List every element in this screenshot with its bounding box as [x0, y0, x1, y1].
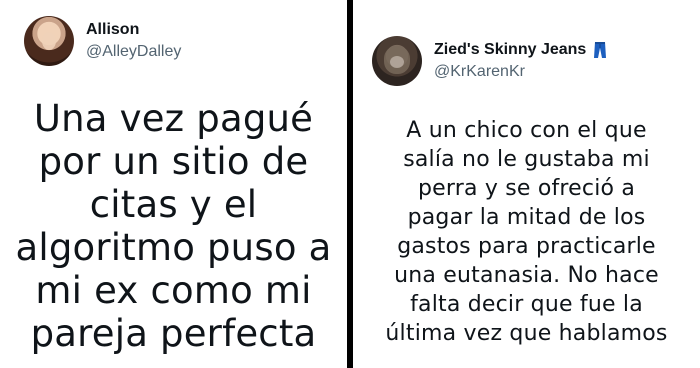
- display-name[interactable]: Allison: [86, 21, 139, 39]
- user-meta: Zied's Skinny Jeans @KrKarenKr: [434, 41, 608, 82]
- tweet-line: perra y se ofreció a: [417, 176, 636, 201]
- tweet-line: pareja perfecta: [30, 312, 317, 355]
- user-meta: Allison @AlleyDalley: [86, 21, 181, 62]
- tweet-line: mi ex como mi: [35, 269, 312, 312]
- display-name[interactable]: Zied's Skinny Jeans: [434, 41, 586, 59]
- name-row: Allison: [86, 21, 181, 39]
- tweet-header: Allison @AlleyDalley: [24, 16, 181, 66]
- avatar[interactable]: [24, 16, 74, 66]
- handle[interactable]: @AlleyDalley: [86, 43, 181, 61]
- avatar[interactable]: [372, 36, 422, 86]
- tweet-line: salía no le gustaba mi: [403, 147, 650, 172]
- tweet-line: A un chico con el que: [406, 118, 647, 143]
- tweet-panel-right: Zied's Skinny Jeans @KrKarenKr A un chic…: [353, 0, 700, 368]
- name-row: Zied's Skinny Jeans: [434, 41, 608, 59]
- tweet-panel-left: Allison @AlleyDalley Una vez pagué por u…: [0, 0, 347, 368]
- tweet-text: Una vez pagué por un sitio de citas y el…: [0, 97, 347, 355]
- tweet-text: A un chico con el que salía no le gustab…: [353, 116, 700, 348]
- tweet-line: citas y el: [89, 183, 258, 226]
- tweet-line: pagar la mitad de los: [407, 205, 646, 230]
- tweet-line: una eutanasia. No hace: [394, 263, 659, 288]
- tweet-header: Zied's Skinny Jeans @KrKarenKr: [372, 36, 608, 86]
- tweet-line: por un sitio de: [38, 140, 309, 183]
- handle[interactable]: @KrKarenKr: [434, 63, 608, 81]
- tweet-line: algoritmo puso a: [15, 226, 332, 269]
- tweet-line: última vez que hablamos: [385, 321, 668, 346]
- tweet-line: Una vez pagué: [33, 97, 314, 140]
- tweet-line: falta decir que fue la: [410, 292, 643, 317]
- jeans-icon: [592, 41, 608, 59]
- tweet-line: gastos para practicarle: [397, 234, 656, 259]
